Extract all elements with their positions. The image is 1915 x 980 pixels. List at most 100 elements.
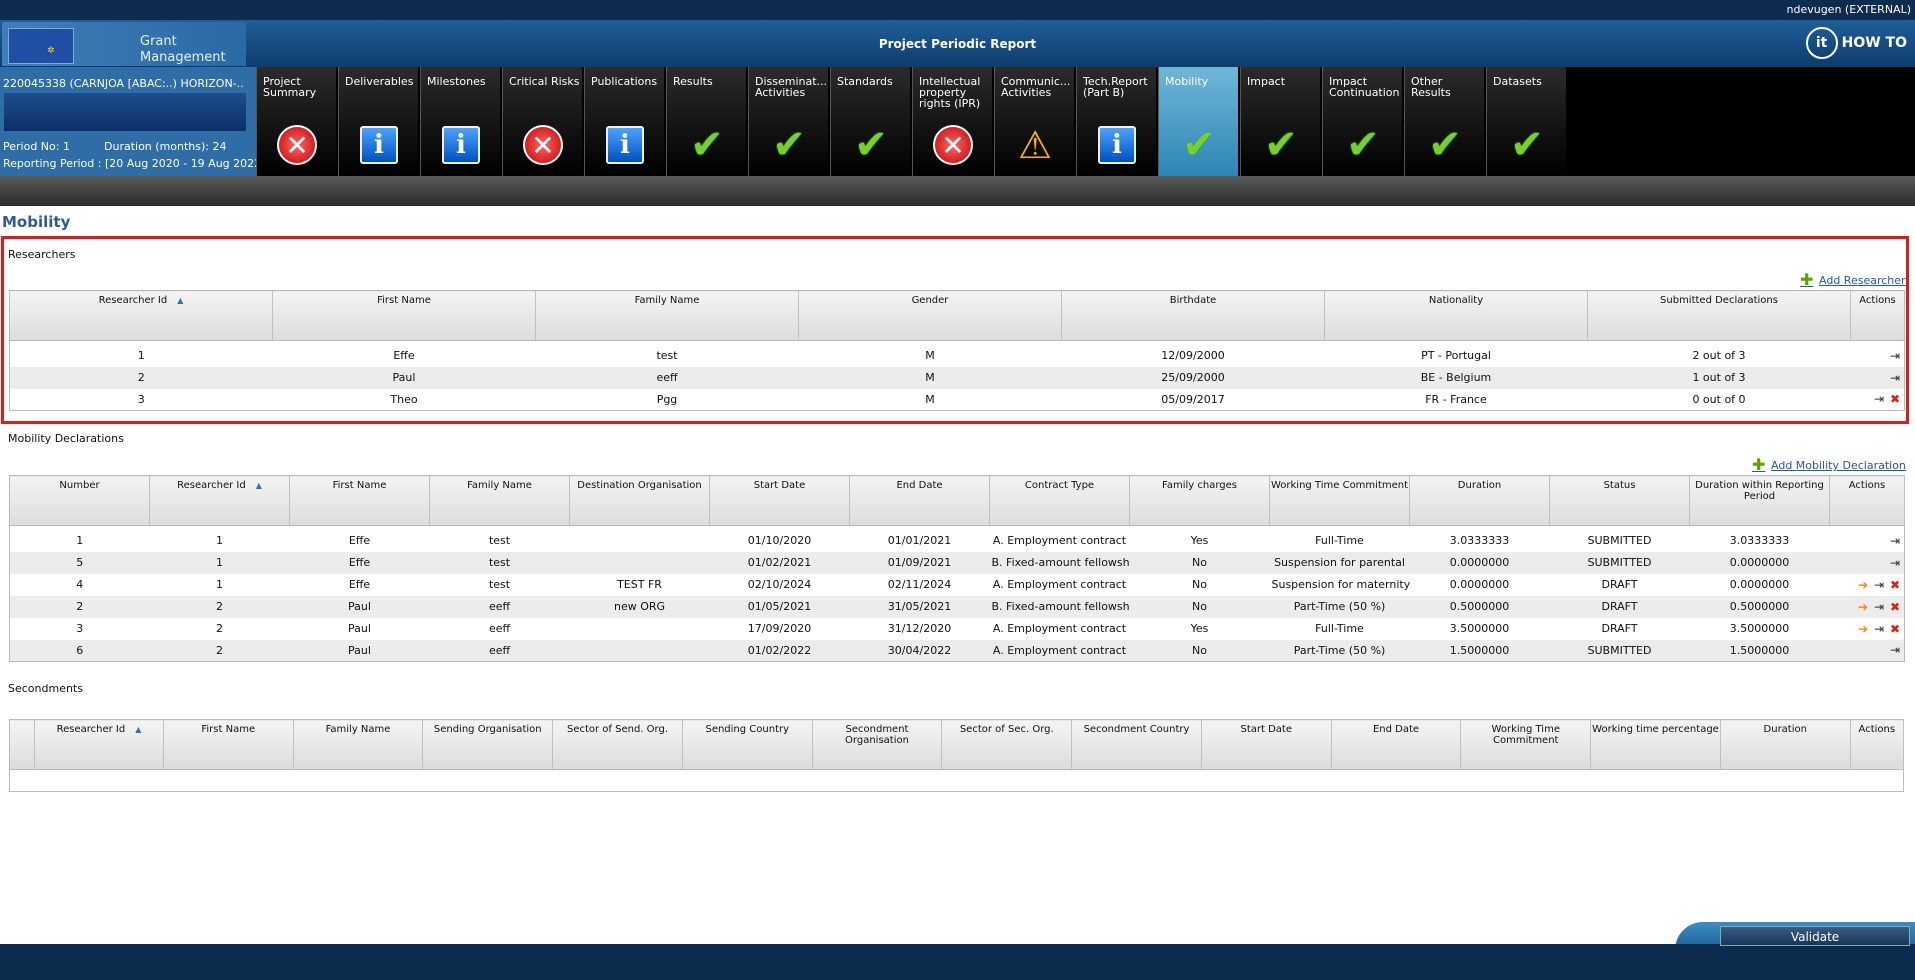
column-header[interactable]: Researcher Id ▲: [34, 719, 164, 770]
tab-impact[interactable]: Impact ✔: [1240, 67, 1320, 176]
column-header[interactable]: Sector of Sec. Org.: [941, 719, 1073, 770]
open-icon[interactable]: ⇥: [1888, 371, 1900, 385]
column-header[interactable]: Destination Organisation: [569, 475, 710, 526]
column-header[interactable]: Working Time Commitment: [1269, 475, 1410, 526]
tab-project-summary[interactable]: Project Summary ✕: [256, 67, 336, 176]
column-header[interactable]: Actions: [1850, 719, 1905, 770]
table-row[interactable]: 3 2 Paul eeff 17/09/2020 31/12/2020 A. Employm…: [9, 617, 1905, 640]
delete-icon[interactable]: ✖: [1888, 600, 1900, 614]
column-header[interactable]: Researcher Id ▲: [149, 475, 290, 526]
column-header[interactable]: Submitted Declarations: [1587, 290, 1851, 341]
howto-label: HOW TO: [1841, 35, 1907, 51]
column-header[interactable]: End Date: [1331, 719, 1462, 770]
add-mobility-declaration-link[interactable]: ✚ Add Mobility Declaration: [1752, 457, 1906, 473]
column-header[interactable]: Duration: [1409, 475, 1550, 526]
footer: [0, 944, 1915, 980]
tab-milestones[interactable]: Milestones i: [420, 67, 500, 176]
tab-publications[interactable]: Publications i: [584, 67, 664, 176]
delete-icon[interactable]: ✖: [1888, 392, 1900, 406]
delete-icon[interactable]: ✖: [1888, 578, 1900, 592]
tab-standards[interactable]: Standards ✔: [830, 67, 910, 176]
column-header[interactable]: [9, 719, 36, 770]
info-icon: i: [442, 126, 480, 164]
open-icon[interactable]: ⇥: [1888, 349, 1900, 363]
column-header[interactable]: Actions: [1829, 475, 1905, 526]
submit-arrow-icon[interactable]: ➔: [1856, 622, 1868, 636]
column-header[interactable]: Working time percentage: [1590, 719, 1721, 770]
open-icon[interactable]: ⇥: [1888, 556, 1900, 570]
column-header[interactable]: Duration: [1720, 719, 1851, 770]
table-row[interactable]: 2 2 Paul eeff new ORG 01/05/2021 31/05/2021 B. …: [9, 595, 1905, 618]
column-header[interactable]: Contract Type: [989, 475, 1130, 526]
tab-intellectual-property-rights-ipr[interactable]: Intellectual property rights (IPR) ✕: [912, 67, 992, 176]
column-header[interactable]: Gender: [798, 290, 1062, 341]
column-header[interactable]: Sending Organisation: [422, 719, 554, 770]
table-row[interactable]: 3 Theo Pgg M 05/09/2017 FR - France 0 out of 0…: [9, 388, 1905, 411]
table-cell: 30/04/2022: [849, 639, 990, 662]
column-header[interactable]: Family Name: [429, 475, 570, 526]
column-header[interactable]: First Name: [289, 475, 430, 526]
column-header[interactable]: Secondment Organisation: [812, 719, 943, 770]
table-cell: [569, 639, 710, 662]
tab-critical-risks[interactable]: Critical Risks ✕: [502, 67, 582, 176]
table-cell: 1 out of 3: [1587, 366, 1851, 389]
column-header[interactable]: Number: [9, 475, 150, 526]
tab-datasets[interactable]: Datasets ✔: [1486, 67, 1566, 176]
tab-disseminat-activities[interactable]: Disseminat... Activities ✔: [748, 67, 828, 176]
tab-impact-continuation[interactable]: Impact Continuation ✔: [1322, 67, 1402, 176]
checkmark-icon: ✔: [690, 122, 724, 168]
column-header[interactable]: Duration within Reporting Period: [1689, 475, 1830, 526]
column-header[interactable]: Working Time Commitment: [1460, 719, 1592, 770]
column-header[interactable]: Start Date: [1201, 719, 1332, 770]
column-header[interactable]: Actions: [1850, 290, 1905, 341]
column-header[interactable]: First Name: [163, 719, 294, 770]
column-header[interactable]: Family charges: [1129, 475, 1270, 526]
declarations-table: Number Researcher Id ▲ First Name Family Nam…: [9, 475, 1905, 662]
table-row[interactable]: 4 1 Effe test TEST FR 02/10/2024 02/11/2024 A. …: [9, 573, 1905, 596]
column-header-label: Working time percentage: [1592, 724, 1719, 735]
sort-ascending-icon[interactable]: ▲: [256, 481, 262, 490]
column-header[interactable]: Family Name: [535, 290, 799, 341]
column-header[interactable]: First Name: [272, 290, 536, 341]
table-cell: FR - France: [1324, 388, 1588, 411]
column-header[interactable]: Start Date: [709, 475, 850, 526]
checkmark-icon: ✔: [854, 122, 888, 168]
column-header[interactable]: Nationality: [1324, 290, 1588, 341]
column-header[interactable]: End Date: [849, 475, 990, 526]
column-header[interactable]: Secondment Country: [1071, 719, 1202, 770]
column-header[interactable]: Sector of Send. Org.: [552, 719, 683, 770]
add-researcher-link[interactable]: ✚ Add Researcher: [1800, 272, 1906, 288]
open-icon[interactable]: ⇥: [1888, 534, 1900, 548]
tab-tech-report-part-b[interactable]: Tech.Report (Part B) i: [1076, 67, 1156, 176]
open-icon[interactable]: ⇥: [1872, 392, 1884, 406]
column-header[interactable]: Family Name: [293, 719, 424, 770]
table-cell: No: [1129, 595, 1270, 618]
table-row[interactable]: 1 1 Effe test 01/10/2020 01/01/2021 A. Employm…: [9, 529, 1905, 552]
sort-ascending-icon[interactable]: ▲: [177, 296, 183, 305]
tab-mobility[interactable]: Mobility ✔: [1158, 67, 1238, 176]
tab-communic-activities[interactable]: Communic... Activities ⚠: [994, 67, 1074, 176]
table-cell: 17/09/2020: [709, 617, 850, 640]
table-row[interactable]: 5 1 Effe test 01/02/2021 01/09/2021 B. Fixed-a…: [9, 551, 1905, 574]
validate-button[interactable]: Validate: [1720, 926, 1910, 946]
tab-other-results[interactable]: Other Results ✔: [1404, 67, 1484, 176]
table-row[interactable]: 6 2 Paul eeff 01/02/2022 30/04/2022 A. Employm…: [9, 639, 1905, 662]
open-icon[interactable]: ⇥: [1888, 643, 1900, 657]
column-header[interactable]: Status: [1549, 475, 1690, 526]
submit-arrow-icon[interactable]: ➔: [1856, 578, 1868, 592]
tab-results[interactable]: Results ✔: [666, 67, 746, 176]
sort-ascending-icon[interactable]: ▲: [135, 725, 141, 734]
tab-deliverables[interactable]: Deliverables i: [338, 67, 418, 176]
column-header[interactable]: Researcher Id ▲: [9, 290, 273, 341]
open-icon[interactable]: ⇥: [1872, 578, 1884, 592]
open-icon[interactable]: ⇥: [1872, 622, 1884, 636]
howto-button[interactable]: it HOW TO: [1805, 27, 1907, 59]
table-cell: Suspension for parental: [1269, 551, 1410, 574]
table-row[interactable]: 2 Paul eeff M 25/09/2000 BE - Belgium 1 out of…: [9, 366, 1905, 389]
table-row[interactable]: 1 Effe test M 12/09/2000 PT - Portugal 2 out o…: [9, 344, 1905, 367]
column-header[interactable]: Sending Country: [682, 719, 813, 770]
column-header[interactable]: Birthdate: [1061, 290, 1325, 341]
delete-icon[interactable]: ✖: [1888, 622, 1900, 636]
submit-arrow-icon[interactable]: ➔: [1856, 600, 1868, 614]
open-icon[interactable]: ⇥: [1872, 600, 1884, 614]
